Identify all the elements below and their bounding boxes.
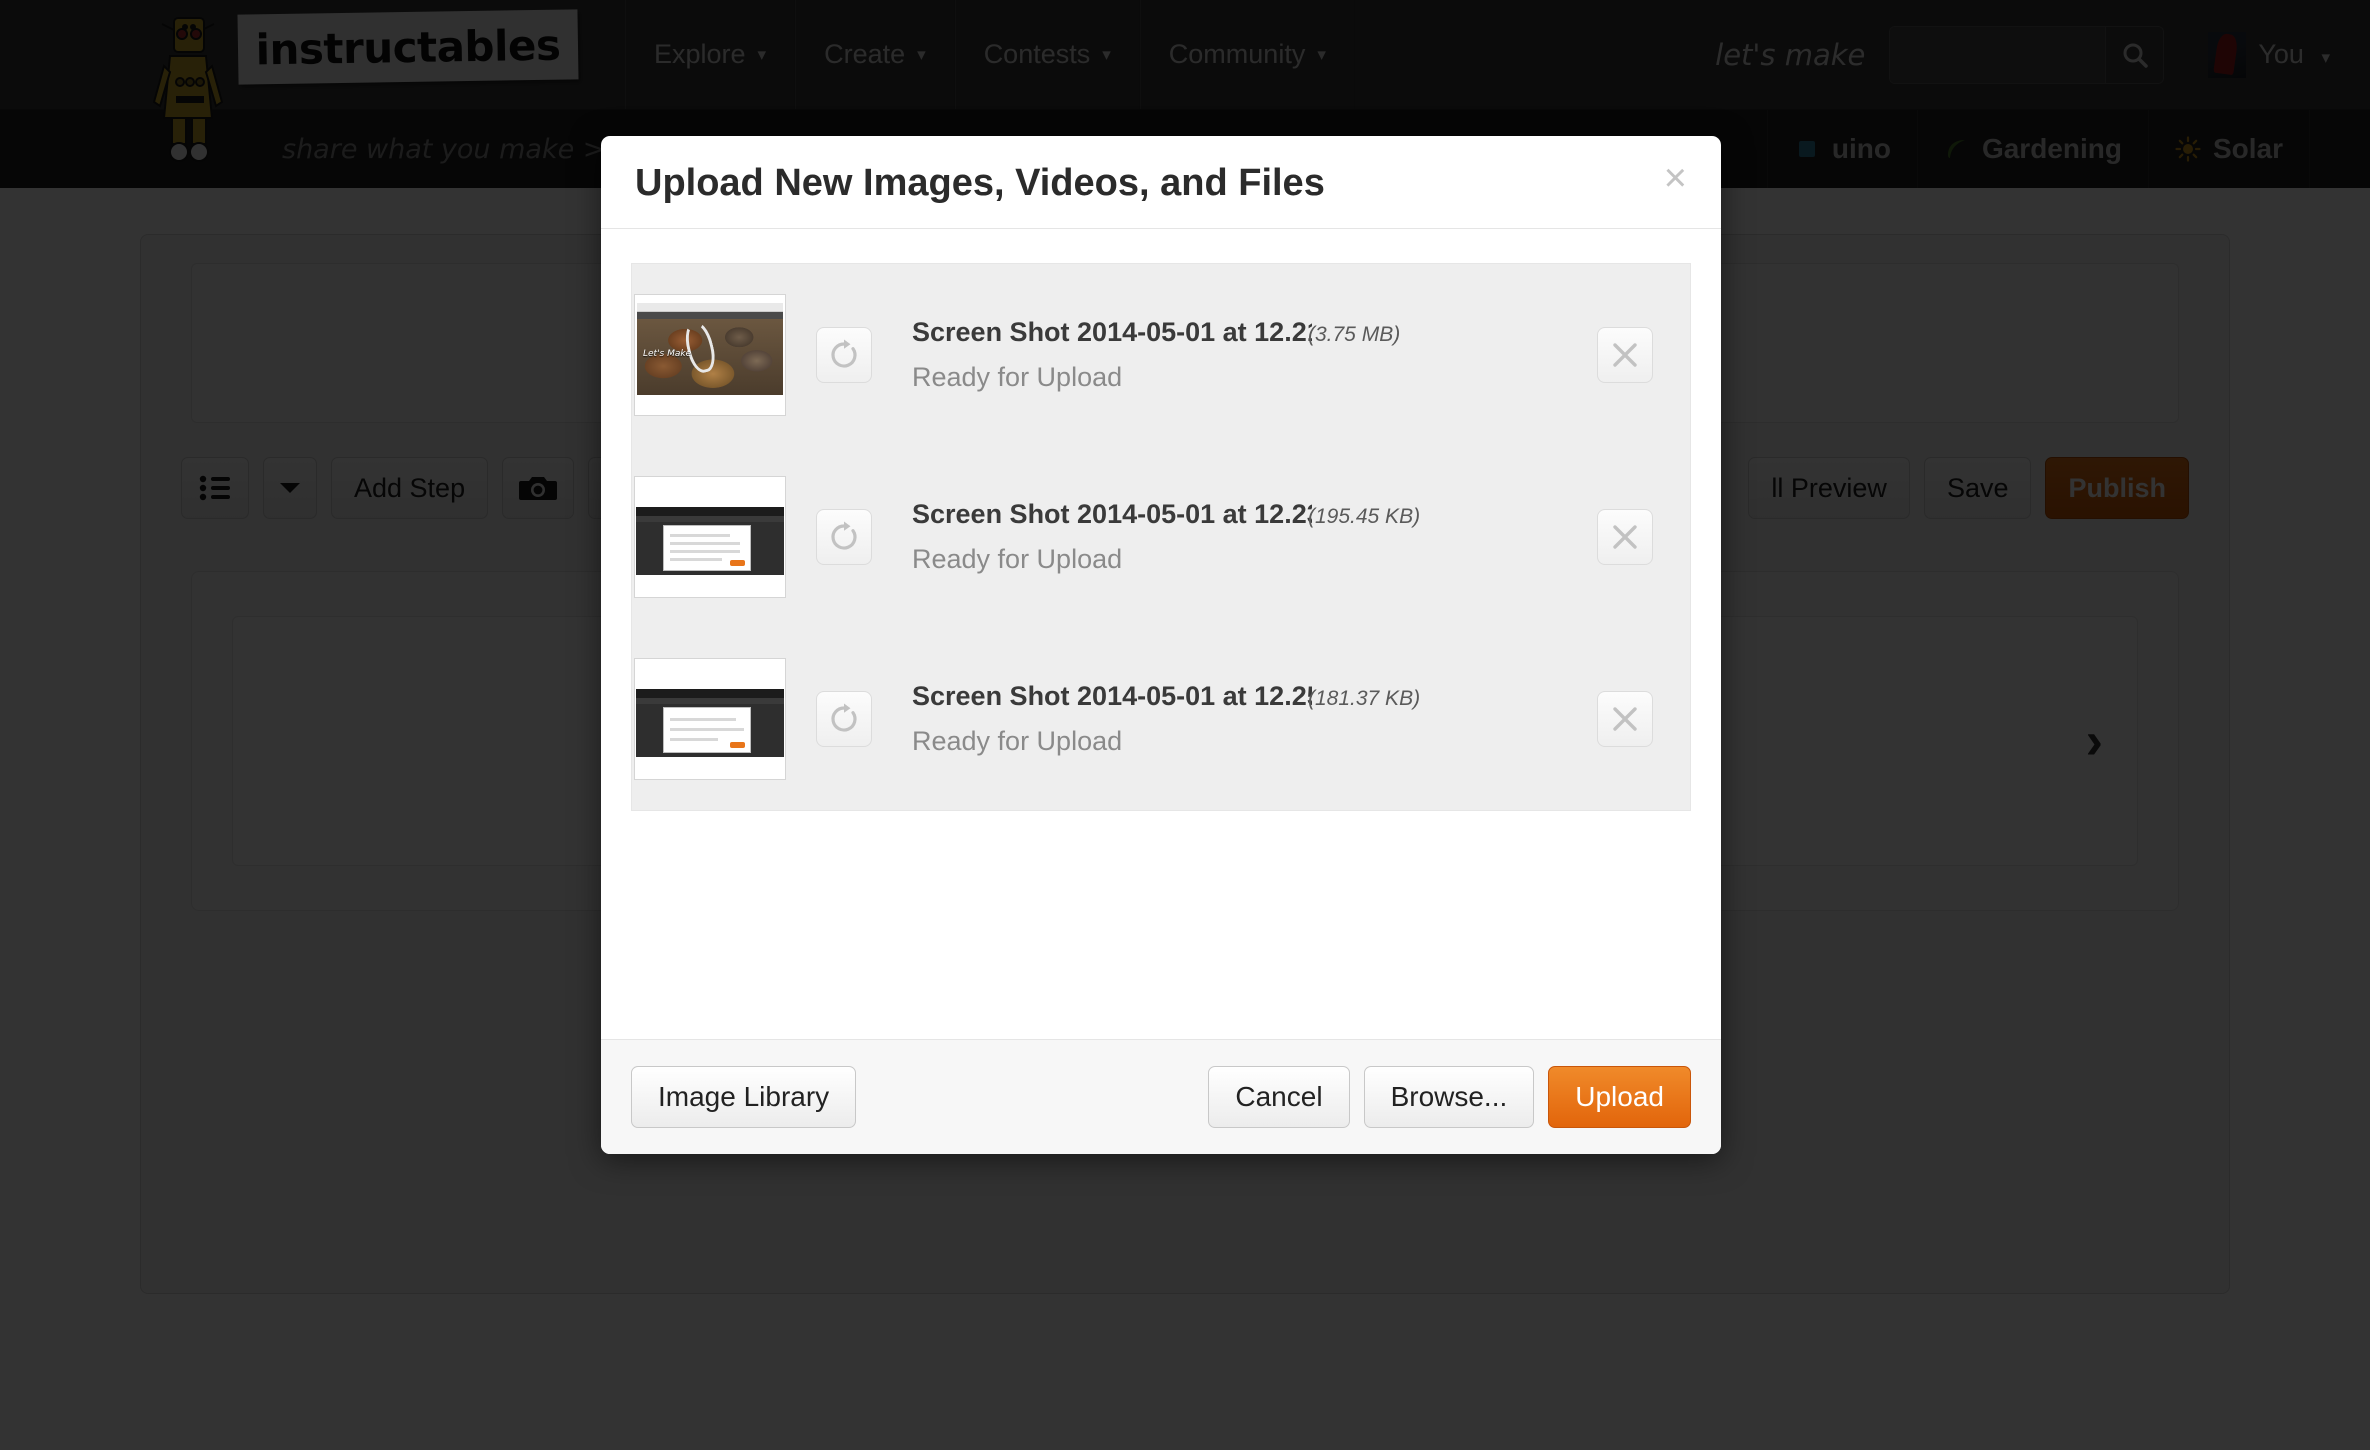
file-thumbnail: [634, 476, 786, 598]
file-name-row: Screen Shot 2014-05-01 at 12.21.15 P (3.…: [912, 317, 1560, 348]
upload-file-row: Let's Make Screen Shot 201: [632, 264, 1690, 446]
rotate-image-button[interactable]: [816, 509, 872, 565]
rotate-cell: [788, 691, 900, 747]
upload-file-row: Screen Shot 2014-05-01 at 12.23.40 P (19…: [632, 446, 1690, 628]
thumbnail-cell: [632, 658, 788, 780]
browse-label: Browse...: [1391, 1081, 1508, 1113]
file-name: Screen Shot 2014-05-01 at 12.23.40 P: [912, 499, 1312, 530]
modal-header: Upload New Images, Videos, and Files ×: [601, 136, 1721, 229]
close-icon: [1610, 340, 1640, 370]
file-thumbnail: [634, 658, 786, 780]
file-size: (3.75 MB): [1308, 323, 1400, 347]
close-icon: [1610, 522, 1640, 552]
page-root: instructables Explore ▾ Create ▾ Contest…: [0, 0, 2370, 1450]
upload-modal: Upload New Images, Videos, and Files × L…: [601, 136, 1721, 1154]
file-meta: Screen Shot 2014-05-01 at 12.25.05 P (18…: [900, 681, 1560, 757]
modal-body: Let's Make Screen Shot 201: [601, 229, 1721, 1039]
file-status: Ready for Upload: [912, 726, 1560, 757]
modal-footer: Image Library Cancel Browse... Upload: [601, 1039, 1721, 1154]
rotate-image-button[interactable]: [816, 327, 872, 383]
thumbnail-cell: [632, 476, 788, 598]
file-name-row: Screen Shot 2014-05-01 at 12.23.40 P (19…: [912, 499, 1560, 530]
file-thumbnail: Let's Make: [634, 294, 786, 416]
file-meta: Screen Shot 2014-05-01 at 12.21.15 P (3.…: [900, 317, 1560, 393]
file-meta: Screen Shot 2014-05-01 at 12.23.40 P (19…: [900, 499, 1560, 575]
browse-button[interactable]: Browse...: [1364, 1066, 1535, 1128]
rotate-icon: [828, 521, 860, 553]
remove-file-button[interactable]: [1597, 691, 1653, 747]
rotate-icon: [828, 339, 860, 371]
rotate-image-button[interactable]: [816, 691, 872, 747]
thumbnail-cell: Let's Make: [632, 294, 788, 416]
file-name-row: Screen Shot 2014-05-01 at 12.25.05 P (18…: [912, 681, 1560, 712]
upload-file-list: Let's Make Screen Shot 201: [631, 263, 1691, 811]
modal-title: Upload New Images, Videos, and Files: [635, 164, 1325, 202]
rotate-cell: [788, 327, 900, 383]
remove-cell: [1560, 327, 1690, 383]
upload-label: Upload: [1575, 1081, 1664, 1113]
image-library-label: Image Library: [658, 1081, 829, 1113]
remove-cell: [1560, 691, 1690, 747]
footer-actions: Cancel Browse... Upload: [1208, 1066, 1691, 1128]
file-size: (195.45 KB): [1308, 505, 1420, 529]
cancel-button[interactable]: Cancel: [1208, 1066, 1349, 1128]
upload-file-row: Screen Shot 2014-05-01 at 12.25.05 P (18…: [632, 628, 1690, 810]
rotate-icon: [828, 703, 860, 735]
close-icon: [1610, 704, 1640, 734]
file-name: Screen Shot 2014-05-01 at 12.21.15 P: [912, 317, 1312, 348]
close-icon[interactable]: ×: [1664, 164, 1687, 192]
file-name: Screen Shot 2014-05-01 at 12.25.05 P: [912, 681, 1312, 712]
remove-cell: [1560, 509, 1690, 565]
rotate-cell: [788, 509, 900, 565]
file-status: Ready for Upload: [912, 362, 1560, 393]
remove-file-button[interactable]: [1597, 509, 1653, 565]
upload-button[interactable]: Upload: [1548, 1066, 1691, 1128]
file-status: Ready for Upload: [912, 544, 1560, 575]
cancel-label: Cancel: [1235, 1081, 1322, 1113]
file-size: (181.37 KB): [1308, 687, 1420, 711]
image-library-button[interactable]: Image Library: [631, 1066, 856, 1128]
remove-file-button[interactable]: [1597, 327, 1653, 383]
